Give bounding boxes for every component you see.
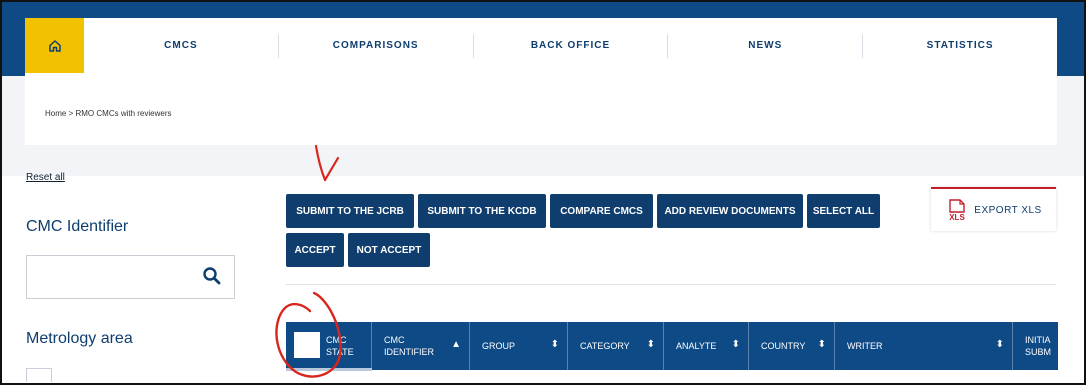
sort-asc-icon[interactable]: ▲ (451, 339, 461, 350)
add-review-documents-button[interactable]: ADD REVIEW DOCUMENTS (657, 194, 803, 228)
state-column-underline (286, 368, 372, 371)
results-table-header: CMC STATE CMC IDENTIFIER ▲ GROUP ⬍ CATEG… (286, 322, 1058, 370)
breadcrumb-current: RMO CMCs with reviewers (75, 109, 172, 118)
nav-item-comparisons[interactable]: COMPARISONS (279, 33, 474, 58)
nav-item-back-office[interactable]: BACK OFFICE (474, 33, 669, 58)
export-xls-button[interactable]: XLS EXPORT XLS (931, 187, 1056, 231)
breadcrumb-panel: Home > RMO CMCs with reviewers (25, 73, 1057, 145)
export-xls-label: EXPORT XLS (974, 204, 1042, 216)
nav-item-cmcs[interactable]: CMCS (84, 33, 279, 58)
column-analyte[interactable]: ANALYTE ⬍ (664, 322, 749, 370)
column-cmc-identifier-line2: IDENTIFIER (384, 347, 435, 357)
submit-kcdb-button[interactable]: SUBMIT TO THE KCDB (418, 194, 546, 228)
metrology-area-heading: Metrology area (26, 330, 133, 347)
select-all-button[interactable]: SELECT ALL (807, 194, 880, 228)
compare-cmcs-button[interactable]: COMPARE CMCS (550, 194, 653, 228)
column-cmc-identifier-line1: CMC (384, 335, 405, 345)
column-country-label: COUNTRY (761, 341, 806, 351)
sort-icon[interactable]: ⬍ (551, 339, 559, 350)
sort-icon[interactable]: ⬍ (818, 339, 826, 350)
column-cmc-state-line1: CMC (326, 335, 347, 345)
main-navbar: CMCS COMPARISONS BACK OFFICE NEWS STATIS… (25, 18, 1057, 73)
metrology-area-option[interactable] (26, 368, 52, 382)
select-all-checkbox[interactable] (294, 332, 320, 358)
column-category-label: CATEGORY (580, 341, 630, 351)
column-cmc-state: CMC STATE (286, 322, 372, 370)
home-button[interactable] (25, 18, 84, 73)
column-writer[interactable]: WRITER ⬍ (835, 322, 1013, 370)
breadcrumb-separator: > (68, 109, 74, 118)
column-analyte-label: ANALYTE (676, 341, 717, 351)
xls-icon-text: XLS (950, 213, 966, 221)
not-accept-button[interactable]: NOT ACCEPT (348, 233, 430, 267)
xls-file-icon: XLS (950, 199, 966, 221)
column-initial-line2: SUBM (1025, 347, 1052, 357)
nav-item-statistics[interactable]: STATISTICS (863, 34, 1057, 58)
search-icon[interactable] (202, 266, 222, 286)
breadcrumb-home-link[interactable]: Home (45, 109, 66, 118)
home-icon (48, 39, 61, 52)
column-initial-line1: INITIA (1025, 335, 1051, 345)
breadcrumb: Home > RMO CMCs with reviewers (45, 109, 172, 118)
column-cmc-identifier[interactable]: CMC IDENTIFIER ▲ (372, 322, 470, 370)
sort-icon[interactable]: ⬍ (996, 339, 1004, 350)
column-group-label: GROUP (482, 341, 516, 351)
column-country[interactable]: COUNTRY ⬍ (749, 322, 835, 370)
column-writer-label: WRITER (847, 341, 883, 351)
section-divider (286, 284, 1056, 285)
accept-button[interactable]: ACCEPT (286, 233, 344, 267)
nav-item-news[interactable]: NEWS (668, 33, 864, 58)
column-cmc-state-line2: STATE (326, 347, 354, 357)
sort-icon[interactable]: ⬍ (732, 339, 740, 350)
column-initial-submission[interactable]: INITIA SUBM (1013, 322, 1058, 370)
cmc-identifier-search-input[interactable] (26, 255, 235, 299)
column-category[interactable]: CATEGORY ⬍ (568, 322, 664, 370)
sort-icon[interactable]: ⬍ (647, 339, 655, 350)
reset-all-link[interactable]: Reset all (26, 172, 65, 183)
submit-jcrb-button[interactable]: SUBMIT TO THE JCRB (286, 194, 414, 228)
cmc-identifier-heading: CMC Identifier (26, 218, 129, 235)
column-group[interactable]: GROUP ⬍ (470, 322, 568, 370)
